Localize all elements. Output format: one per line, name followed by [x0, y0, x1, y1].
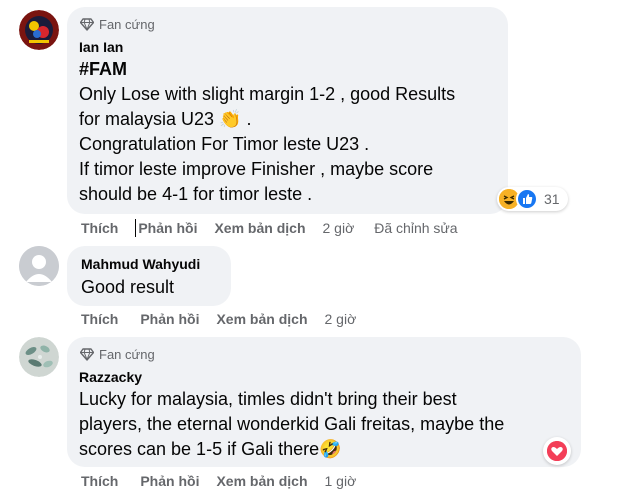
edited-label[interactable]: Đã chỉnh sửa: [374, 220, 457, 236]
translate-button[interactable]: Xem bản dịch: [216, 473, 307, 489]
avatar[interactable]: [19, 246, 59, 286]
top-fan-badge: Fan cứng: [80, 15, 496, 33]
reaction-summary[interactable]: [543, 437, 571, 465]
comment-text: Lucky for malaysia, timles didn't bring …: [79, 387, 569, 462]
comment-bubble: Fan cứng Razzacky Lucky for malaysia, ti…: [67, 337, 581, 467]
diamond-icon: [80, 18, 94, 31]
comment-time[interactable]: 2 giờ: [325, 311, 357, 327]
reaction-summary[interactable]: 31: [497, 187, 568, 211]
comment-line: Lucky for malaysia, timles didn't bring …: [79, 389, 457, 409]
avatar[interactable]: [19, 337, 59, 377]
avatar-image: [19, 337, 59, 377]
comment-text: #FAM Only Lose with slight margin 1-2 , …: [79, 57, 496, 207]
avatar[interactable]: [19, 10, 59, 50]
comment-line: If timor leste improve Finisher , maybe …: [79, 159, 434, 179]
translate-button[interactable]: Xem bản dịch: [216, 311, 307, 327]
comment-line: #FAM: [79, 59, 128, 79]
comment-actions: Thích Phản hồi Xem bản dịch 2 giờ: [81, 309, 376, 329]
like-reaction-icon: [516, 188, 538, 210]
diamond-icon: [80, 348, 94, 361]
like-button[interactable]: Thích: [81, 473, 118, 489]
comment-time[interactable]: 1 giờ: [325, 473, 357, 489]
translate-button[interactable]: Xem bản dịch: [214, 220, 305, 236]
comment-author[interactable]: Razzacky: [79, 368, 569, 386]
comment-line: should be 4-1 for timor leste .: [79, 184, 313, 204]
comment-author[interactable]: Mahmud Wahyudi: [81, 255, 219, 273]
comment-line: Congratulation For Timor leste U23 .: [79, 134, 370, 154]
badge-label: Fan cứng: [99, 346, 155, 362]
like-button[interactable]: Thích: [81, 220, 118, 236]
reply-button[interactable]: Phản hồi: [140, 473, 199, 489]
comment-line: Good result: [81, 277, 175, 297]
comment-text: Good result: [81, 275, 219, 300]
reply-button[interactable]: Phản hồi: [138, 220, 197, 236]
top-fan-badge: Fan cứng: [80, 345, 569, 363]
comment-line: scores can be 1-5 if Gali there🤣: [79, 439, 342, 459]
reaction-count: 31: [544, 191, 560, 207]
comment-actions: Thích Phản hồi Xem bản dịch 2 giờ Đã chỉ…: [81, 218, 478, 238]
reply-button[interactable]: Phản hồi: [140, 311, 199, 327]
comment-line: for malaysia U23 👏 .: [79, 109, 252, 129]
default-avatar-icon: [19, 246, 59, 286]
comment-actions: Thích Phản hồi Xem bản dịch 1 giờ: [81, 471, 376, 491]
comment-time[interactable]: 2 giờ: [323, 220, 355, 236]
like-button[interactable]: Thích: [81, 311, 118, 327]
comment-bubble: Fan cứng Ian Ian #FAM Only Lose with sli…: [67, 7, 508, 214]
badge-label: Fan cứng: [99, 16, 155, 32]
comment-author[interactable]: Ian Ian: [79, 38, 496, 56]
avatar-image: [19, 10, 59, 50]
comment-line: players, the eternal wonderkid Gali frei…: [79, 414, 505, 434]
love-reaction-icon: [547, 441, 567, 461]
text-cursor: [135, 219, 137, 237]
comment-bubble: Mahmud Wahyudi Good result: [67, 246, 231, 306]
comment-line: Only Lose with slight margin 1-2 , good …: [79, 84, 456, 104]
